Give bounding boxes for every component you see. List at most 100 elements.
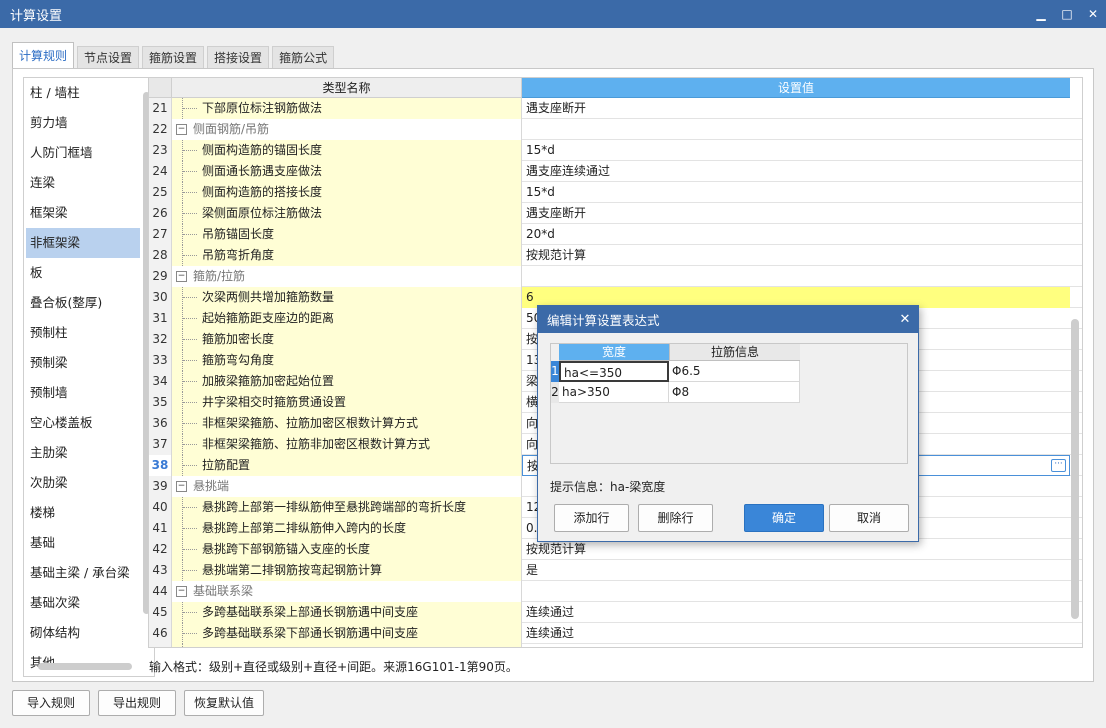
expression-width-cell[interactable]: ha>350 bbox=[559, 382, 669, 403]
add-row-button[interactable]: 添加行 bbox=[554, 504, 629, 532]
row-name-cell[interactable]: − 箍筋/拉筋 bbox=[172, 266, 522, 287]
expression-header-info[interactable]: 拉筋信息 bbox=[669, 344, 800, 361]
table-row[interactable]: 24 侧面通长筋遇支座做法 遇支座连续通过 bbox=[149, 161, 1082, 182]
row-name-cell[interactable]: 侧面构造筋的搭接长度 bbox=[172, 182, 522, 203]
row-value-cell[interactable]: 200 bbox=[522, 644, 1070, 647]
close-icon[interactable]: ✕ bbox=[1080, 0, 1106, 28]
tab-1[interactable]: 节点设置 bbox=[77, 46, 140, 68]
row-value-cell[interactable]: 15*d bbox=[522, 182, 1070, 203]
collapse-icon[interactable]: − bbox=[176, 481, 187, 492]
export-rules-button[interactable]: 导出规则 bbox=[98, 690, 176, 716]
delete-row-button[interactable]: 删除行 bbox=[638, 504, 713, 532]
row-value-cell[interactable]: 连续通过 bbox=[522, 623, 1070, 644]
grid-scrollbar[interactable] bbox=[1071, 319, 1079, 619]
row-name-cell[interactable]: 悬挑跨下部钢筋锚入支座的长度 bbox=[172, 539, 522, 560]
table-row[interactable]: 25 侧面构造筋的搭接长度 15*d bbox=[149, 182, 1082, 203]
group-row[interactable]: 44− 基础联系梁 bbox=[149, 581, 1082, 602]
sidebar-item[interactable]: 基础主梁 / 承台梁 bbox=[26, 558, 140, 588]
sidebar-item[interactable]: 板 bbox=[26, 258, 140, 288]
row-value-cell[interactable]: 遇支座断开 bbox=[522, 203, 1070, 224]
table-row[interactable]: 28 吊筋弯折角度 按规范计算 bbox=[149, 245, 1082, 266]
row-name-cell[interactable]: − 侧面钢筋/吊筋 bbox=[172, 119, 522, 140]
row-name-cell[interactable]: 井字梁相交时箍筋贯通设置 bbox=[172, 392, 522, 413]
row-value-cell[interactable]: 按规范计算 bbox=[522, 245, 1070, 266]
category-list-hscrollbar[interactable] bbox=[38, 663, 132, 670]
expression-header-width[interactable]: 宽度 bbox=[559, 344, 669, 361]
table-row[interactable]: 42 悬挑跨下部钢筋锚入支座的长度 按规范计算 bbox=[149, 539, 1082, 560]
sidebar-item[interactable]: 预制柱 bbox=[26, 318, 140, 348]
restore-defaults-button[interactable]: 恢复默认值 bbox=[184, 690, 264, 716]
sidebar-item[interactable]: 楼梯 bbox=[26, 498, 140, 528]
sidebar-item[interactable]: 连梁 bbox=[26, 168, 140, 198]
row-name-cell[interactable]: 悬挑端第二排钢筋按弯起钢筋计算 bbox=[172, 560, 522, 581]
cancel-button[interactable]: 取消 bbox=[829, 504, 909, 532]
row-name-cell[interactable]: 悬挑跨上部第一排纵筋伸至悬挑跨端部的弯折长度 bbox=[172, 497, 522, 518]
group-row[interactable]: 22− 侧面钢筋/吊筋 bbox=[149, 119, 1082, 140]
row-value-cell[interactable]: 连续通过 bbox=[522, 602, 1070, 623]
row-name-cell[interactable]: 下部原位标注钢筋做法 bbox=[172, 98, 522, 119]
sidebar-item[interactable]: 预制墙 bbox=[26, 378, 140, 408]
row-value-cell[interactable]: 遇支座连续通过 bbox=[522, 161, 1070, 182]
row-name-cell[interactable]: 基础联系梁底下一排纵筋的间距 bbox=[172, 644, 522, 647]
expression-row[interactable]: 1 ha<=350 Φ6.5 bbox=[551, 361, 800, 382]
grid-header-name[interactable]: 类型名称 bbox=[172, 78, 522, 98]
row-name-cell[interactable]: 拉筋配置 bbox=[172, 455, 522, 476]
collapse-icon[interactable]: − bbox=[176, 271, 187, 282]
expression-width-cell[interactable]: ha<=350 bbox=[559, 361, 669, 382]
row-value-cell[interactable]: 按规范计算 bbox=[522, 539, 1070, 560]
row-value-cell[interactable] bbox=[522, 266, 1070, 287]
sidebar-item[interactable]: 叠合板(整厚) bbox=[26, 288, 140, 318]
row-name-cell[interactable]: 箍筋弯勾角度 bbox=[172, 350, 522, 371]
ok-button[interactable]: 确定 bbox=[744, 504, 824, 532]
sidebar-item[interactable]: 预制梁 bbox=[26, 348, 140, 378]
row-name-cell[interactable]: 吊筋弯折角度 bbox=[172, 245, 522, 266]
row-value-cell[interactable]: 遇支座断开 bbox=[522, 98, 1070, 119]
row-name-cell[interactable]: 侧面通长筋遇支座做法 bbox=[172, 161, 522, 182]
row-name-cell[interactable]: 悬挑跨上部第二排纵筋伸入跨内的长度 bbox=[172, 518, 522, 539]
row-name-cell[interactable]: 非框架梁箍筋、拉筋加密区根数计算方式 bbox=[172, 413, 522, 434]
table-row[interactable]: 45 多跨基础联系梁上部通长钢筋遇中间支座 连续通过 bbox=[149, 602, 1082, 623]
import-rules-button[interactable]: 导入规则 bbox=[12, 690, 90, 716]
row-name-cell[interactable]: − 基础联系梁 bbox=[172, 581, 522, 602]
minimize-icon[interactable]: ▁ bbox=[1028, 0, 1054, 28]
sidebar-item[interactable]: 基础次梁 bbox=[26, 588, 140, 618]
row-name-cell[interactable]: 加腋梁箍筋加密起始位置 bbox=[172, 371, 522, 392]
row-name-cell[interactable]: 梁侧面原位标注筋做法 bbox=[172, 203, 522, 224]
row-name-cell[interactable]: 吊筋锚固长度 bbox=[172, 224, 522, 245]
row-value-cell[interactable] bbox=[522, 119, 1070, 140]
table-row[interactable]: 47 基础联系梁底下一排纵筋的间距 200 bbox=[149, 644, 1082, 647]
expression-info-cell[interactable]: Φ6.5 bbox=[669, 361, 800, 382]
row-name-cell[interactable]: 次梁两侧共增加箍筋数量 bbox=[172, 287, 522, 308]
row-value-cell[interactable] bbox=[522, 581, 1070, 602]
maximize-icon[interactable]: □ bbox=[1054, 0, 1080, 28]
sidebar-item[interactable]: 柱 / 墙柱 bbox=[26, 78, 140, 108]
row-value-cell[interactable]: 是 bbox=[522, 560, 1070, 581]
tab-3[interactable]: 搭接设置 bbox=[207, 46, 270, 68]
expression-info-cell[interactable]: Φ8 bbox=[669, 382, 800, 403]
expression-row[interactable]: 2 ha>350 Φ8 bbox=[551, 382, 800, 403]
grid-header-value[interactable]: 设置值 bbox=[522, 78, 1070, 98]
tab-0[interactable]: 计算规则 bbox=[12, 42, 75, 68]
dialog-close-icon[interactable]: ✕ bbox=[892, 312, 918, 327]
row-name-cell[interactable]: 侧面构造筋的锚固长度 bbox=[172, 140, 522, 161]
group-row[interactable]: 29− 箍筋/拉筋 bbox=[149, 266, 1082, 287]
row-name-cell[interactable]: 起始箍筋距支座边的距离 bbox=[172, 308, 522, 329]
sidebar-item[interactable]: 空心楼盖板 bbox=[26, 408, 140, 438]
row-name-cell[interactable]: 箍筋加密长度 bbox=[172, 329, 522, 350]
sidebar-item[interactable]: 非框架梁 bbox=[26, 228, 140, 258]
collapse-icon[interactable]: − bbox=[176, 124, 187, 135]
row-value-cell[interactable]: 15*d bbox=[522, 140, 1070, 161]
row-name-cell[interactable]: 多跨基础联系梁下部通长钢筋遇中间支座 bbox=[172, 623, 522, 644]
collapse-icon[interactable]: − bbox=[176, 586, 187, 597]
tab-4[interactable]: 箍筋公式 bbox=[272, 46, 335, 68]
table-row[interactable]: 43 悬挑端第二排钢筋按弯起钢筋计算 是 bbox=[149, 560, 1082, 581]
table-row[interactable]: 26 梁侧面原位标注筋做法 遇支座断开 bbox=[149, 203, 1082, 224]
sidebar-item[interactable]: 主肋梁 bbox=[26, 438, 140, 468]
more-icon[interactable]: ··· bbox=[1051, 459, 1066, 472]
row-value-cell[interactable]: 20*d bbox=[522, 224, 1070, 245]
row-name-cell[interactable]: 非框架梁箍筋、拉筋非加密区根数计算方式 bbox=[172, 434, 522, 455]
table-row[interactable]: 46 多跨基础联系梁下部通长钢筋遇中间支座 连续通过 bbox=[149, 623, 1082, 644]
sidebar-item[interactable]: 基础 bbox=[26, 528, 140, 558]
row-name-cell[interactable]: 多跨基础联系梁上部通长钢筋遇中间支座 bbox=[172, 602, 522, 623]
sidebar-item[interactable]: 框架梁 bbox=[26, 198, 140, 228]
